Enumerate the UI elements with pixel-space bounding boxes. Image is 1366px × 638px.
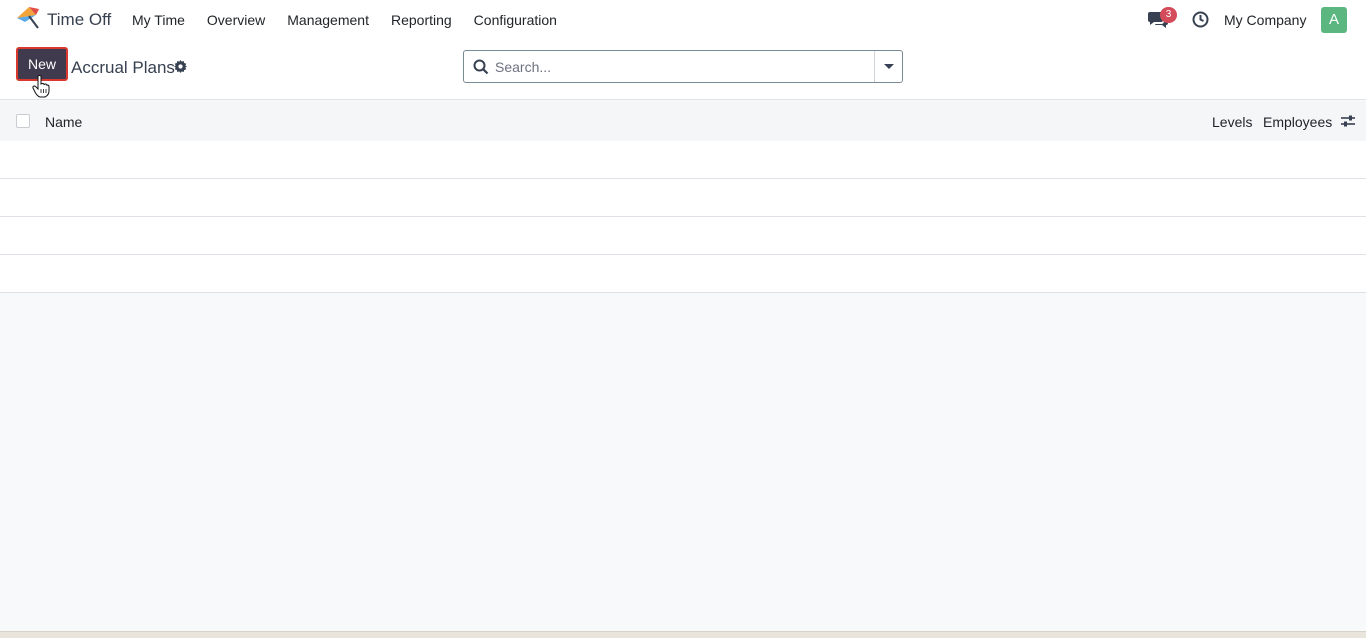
- umbrella-app-icon[interactable]: [15, 6, 41, 30]
- bottom-strip: [0, 631, 1366, 638]
- empty-table-row: [0, 217, 1366, 255]
- column-header-levels[interactable]: Levels: [1212, 114, 1252, 130]
- company-switcher[interactable]: My Company: [1224, 12, 1306, 28]
- gear-icon[interactable]: [174, 60, 187, 73]
- column-header-name[interactable]: Name: [45, 114, 82, 130]
- new-button[interactable]: New: [16, 47, 68, 81]
- menu-overview[interactable]: Overview: [196, 0, 276, 40]
- empty-table-row: [0, 141, 1366, 179]
- empty-table-row: [0, 179, 1366, 217]
- caret-down-icon: [884, 64, 894, 69]
- select-all-checkbox[interactable]: [16, 114, 30, 128]
- menu-my-time[interactable]: My Time: [121, 0, 196, 40]
- top-navbar: Time Off My Time Overview Management Rep…: [0, 0, 1366, 40]
- search-input[interactable]: [495, 51, 870, 82]
- control-panel: New Accrual Plans: [0, 40, 1366, 100]
- search-icon: [473, 59, 489, 75]
- menu-configuration[interactable]: Configuration: [463, 0, 568, 40]
- clock-icon[interactable]: [1192, 11, 1209, 28]
- page-title: Accrual Plans: [71, 58, 175, 77]
- optional-columns-icon[interactable]: [1340, 114, 1356, 128]
- empty-table-row: [0, 255, 1366, 293]
- search-box: [463, 50, 903, 83]
- main-menu: My Time Overview Management Reporting Co…: [121, 0, 568, 40]
- menu-reporting[interactable]: Reporting: [380, 0, 463, 40]
- list-header: Name Levels Employees: [0, 101, 1366, 141]
- user-avatar[interactable]: A: [1321, 7, 1347, 33]
- messages-badge: 3: [1160, 7, 1177, 23]
- search-options-toggle[interactable]: [874, 51, 902, 82]
- app-name[interactable]: Time Off: [47, 10, 111, 30]
- column-header-employees[interactable]: Employees: [1263, 114, 1332, 130]
- menu-management[interactable]: Management: [276, 0, 380, 40]
